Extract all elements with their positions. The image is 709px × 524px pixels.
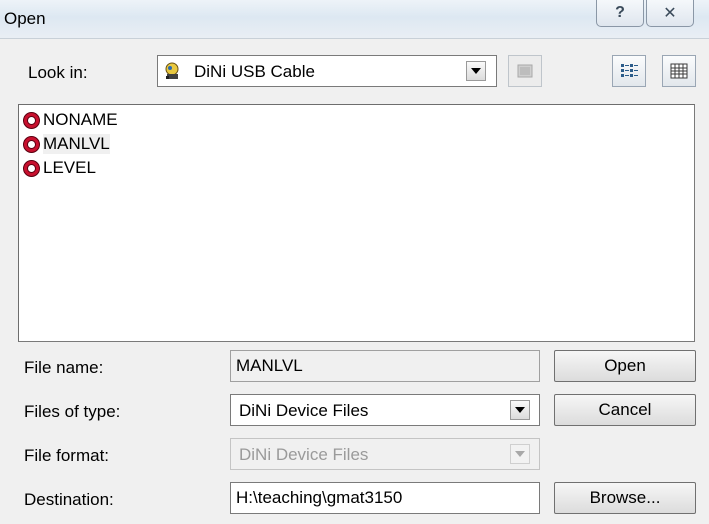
file-name-label: File name: — [24, 358, 104, 377]
up-folder-icon — [517, 64, 533, 78]
chevron-down-icon — [515, 451, 525, 457]
chevron-down-icon — [515, 407, 525, 413]
files-of-type-dropdown-button[interactable] — [510, 400, 530, 420]
look-in-label: Look in: — [28, 63, 88, 82]
file-list[interactable]: NONAME MANLVL LEVEL — [18, 104, 695, 342]
up-folder-button[interactable] — [508, 55, 542, 87]
list-item[interactable]: LEVEL — [23, 157, 96, 179]
details-view-button[interactable] — [662, 55, 696, 87]
destination-field[interactable]: H:\teaching\gmat3150 — [230, 482, 540, 514]
dini-file-icon — [23, 135, 40, 153]
files-of-type-label: Files of type: — [24, 402, 121, 421]
dini-file-icon — [23, 159, 40, 177]
file-format-dropdown: DiNi Device Files — [230, 438, 540, 470]
list-view-button[interactable] — [612, 55, 646, 87]
files-of-type-dropdown[interactable]: DiNi Device Files — [230, 394, 540, 426]
list-view-icon — [621, 64, 638, 77]
details-view-icon — [670, 63, 688, 79]
dini-file-icon — [23, 111, 40, 129]
list-item[interactable]: NONAME — [23, 109, 118, 131]
open-button[interactable]: Open — [554, 350, 696, 382]
file-format-label: File format: — [24, 446, 110, 465]
look-in-dropdown-button[interactable] — [466, 61, 486, 81]
look-in-dropdown[interactable]: DiNi USB Cable — [157, 55, 497, 87]
close-button[interactable]: ✕ — [646, 0, 694, 27]
destination-label: Destination: — [24, 490, 114, 509]
usb-cable-icon — [162, 61, 182, 81]
file-item-label: NONAME — [43, 110, 118, 129]
chevron-down-icon — [471, 68, 481, 74]
window-title: Open — [4, 9, 46, 28]
look-in-value: DiNi USB Cable — [194, 62, 315, 81]
close-icon: ✕ — [663, 5, 677, 22]
file-item-label: MANLVL — [43, 134, 110, 154]
list-item[interactable]: MANLVL — [23, 133, 110, 155]
help-icon: ? — [615, 4, 625, 21]
cancel-button[interactable]: Cancel — [554, 394, 696, 426]
file-name-field[interactable]: MANLVL — [230, 350, 540, 382]
file-format-dropdown-button — [510, 444, 530, 464]
file-item-label: LEVEL — [43, 158, 96, 177]
files-of-type-value: DiNi Device Files — [239, 401, 369, 420]
file-format-value: DiNi Device Files — [239, 445, 369, 464]
browse-button[interactable]: Browse... — [554, 482, 696, 514]
help-button[interactable]: ? — [596, 0, 644, 27]
